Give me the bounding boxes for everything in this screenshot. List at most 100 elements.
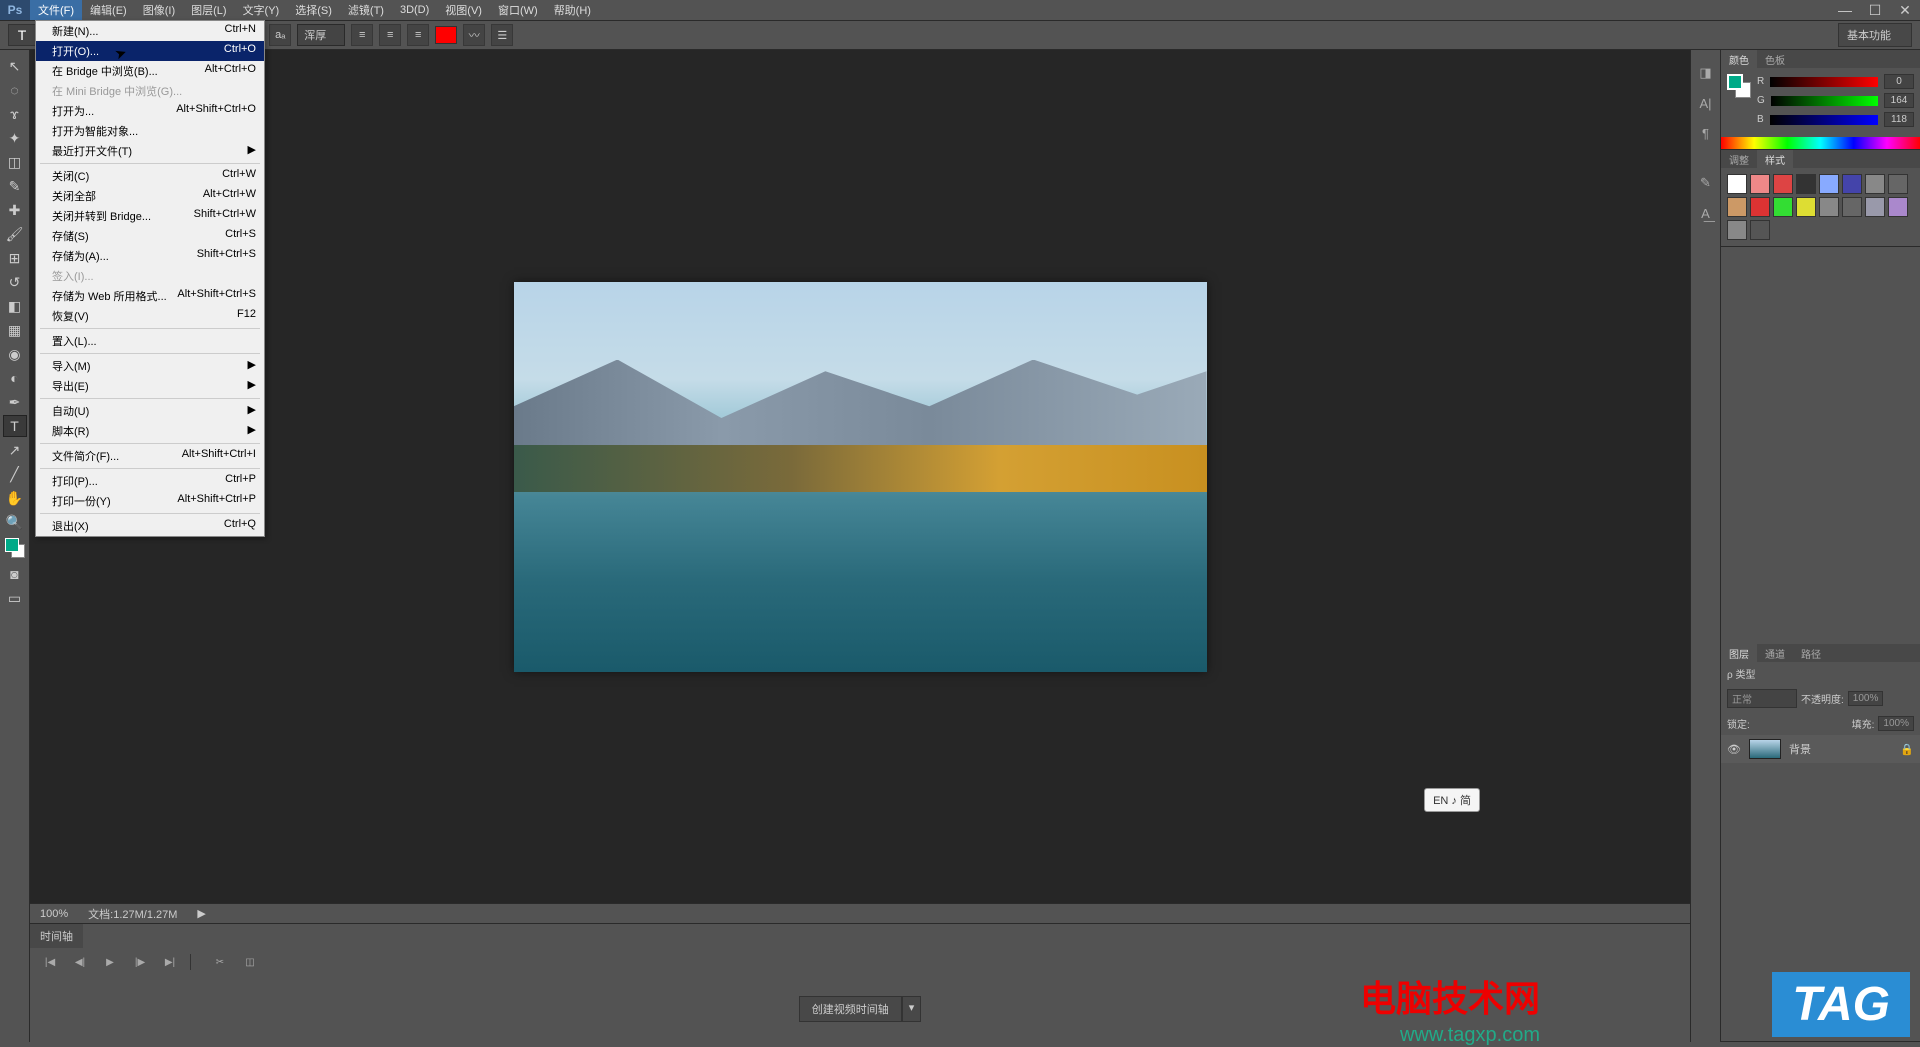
style-swatch[interactable] [1750, 220, 1770, 240]
file-menu-item[interactable]: 打印(P)...Ctrl+P [36, 471, 264, 491]
brush-tool-icon[interactable]: 🖌 [3, 223, 27, 245]
style-swatch[interactable] [1750, 174, 1770, 194]
file-menu-item[interactable]: 文件简介(F)...Alt+Shift+Ctrl+I [36, 446, 264, 466]
file-menu-item[interactable]: 脚本(R)▶ [36, 421, 264, 441]
menu-image[interactable]: 图像(I) [135, 0, 183, 20]
text-color-swatch[interactable] [435, 26, 457, 44]
style-swatch[interactable] [1842, 197, 1862, 217]
minimize-button[interactable]: — [1830, 0, 1860, 20]
paths-tab[interactable]: 路径 [1793, 644, 1829, 662]
r-value树叶[interactable]: 0 [1884, 74, 1914, 89]
style-swatch[interactable] [1796, 197, 1816, 217]
screenmode-icon[interactable]: ▭ [3, 587, 27, 609]
style-swatch[interactable] [1819, 174, 1839, 194]
file-menu-item[interactable]: 新建(N)...Ctrl+N [36, 21, 264, 41]
layer-name[interactable]: 背景 [1789, 741, 1811, 757]
align-center-icon[interactable]: ≡ [379, 24, 401, 46]
file-menu-item[interactable]: 最近打开文件(T)▶ [36, 141, 264, 161]
eraser-tool-icon[interactable]: ◧ [3, 295, 27, 317]
file-menu-item[interactable]: 导入(M)▶ [36, 356, 264, 376]
zoom-level[interactable]: 100% [40, 908, 68, 920]
zoom-tool-icon[interactable]: 🔍 [3, 511, 27, 533]
character-panel-icon[interactable]: ☰ [491, 24, 513, 46]
style-swatch[interactable] [1773, 197, 1793, 217]
type-tool-icon[interactable]: T [3, 415, 27, 437]
menu-layer[interactable]: 图层(L) [183, 0, 234, 20]
blend-mode-select[interactable]: 正常 [1727, 689, 1797, 708]
dodge-tool-icon[interactable]: ◐ [3, 367, 27, 389]
b-value[interactable]: 118 [1884, 112, 1914, 127]
style-swatch[interactable] [1888, 174, 1908, 194]
close-button[interactable]: ✕ [1890, 0, 1920, 20]
visibility-icon[interactable]: 👁 [1727, 743, 1741, 756]
paragraph-icon[interactable]: ¶ [1695, 122, 1717, 144]
foreground-color[interactable] [5, 538, 19, 552]
menu-window[interactable]: 窗口(W) [490, 0, 546, 20]
style-swatch[interactable] [1865, 174, 1885, 194]
style-swatch[interactable] [1842, 174, 1862, 194]
move-tool-icon[interactable]: ↖ [3, 55, 27, 77]
g-slider[interactable] [1771, 96, 1878, 106]
file-menu-item[interactable]: 打开(O)...Ctrl+O [36, 41, 264, 61]
file-menu-item[interactable]: 存储为 Web 所用格式...Alt+Shift+Ctrl+S [36, 286, 264, 306]
align-right-icon[interactable]: ≡ [407, 24, 429, 46]
menu-file[interactable]: 文件(F) [30, 0, 82, 20]
menu-filter[interactable]: 滤镜(T) [340, 0, 392, 20]
swatches-tab[interactable]: 色板 [1757, 50, 1793, 68]
file-menu-item[interactable]: 打印一份(Y)Alt+Shift+Ctrl+P [36, 491, 264, 511]
menu-select[interactable]: 选择(S) [287, 0, 340, 20]
menu-view[interactable]: 视图(V) [437, 0, 490, 20]
blur-tool-icon[interactable]: ◉ [3, 343, 27, 365]
type-tool-icon[interactable]: T [8, 24, 36, 46]
channels-tab[interactable]: 通道 [1757, 644, 1793, 662]
kind-filter[interactable]: ρ 类型 [1727, 666, 1755, 681]
goto-first-icon[interactable]: |◀ [40, 954, 60, 970]
shape-tool-icon[interactable]: ╱ [3, 463, 27, 485]
heal-tool-icon[interactable]: ✚ [3, 199, 27, 221]
file-menu-item[interactable]: 存储为(A)...Shift+Ctrl+S [36, 246, 264, 266]
style-swatch[interactable] [1819, 197, 1839, 217]
file-menu-item[interactable]: 打开为...Alt+Shift+Ctrl+O [36, 101, 264, 121]
layer-row[interactable]: 👁 背景 🔒 [1721, 735, 1920, 763]
style-swatch[interactable] [1727, 197, 1747, 217]
style-swatch[interactable] [1727, 174, 1747, 194]
file-menu-item[interactable]: 关闭(C)Ctrl+W [36, 166, 264, 186]
history-brush-icon[interactable]: ↺ [3, 271, 27, 293]
style-swatch[interactable] [1888, 197, 1908, 217]
adjustments-tab[interactable]: 调整 [1721, 150, 1757, 168]
align-left-icon[interactable]: ≡ [351, 24, 373, 46]
file-menu-item[interactable]: 打开为智能对象... [36, 121, 264, 141]
transition-icon[interactable]: ◫ [240, 954, 260, 970]
warp-text-icon[interactable]: 〰 [463, 24, 485, 46]
file-menu-item[interactable]: 导出(E)▶ [36, 376, 264, 396]
style-swatch[interactable] [1750, 197, 1770, 217]
goto-last-icon[interactable]: ▶| [160, 954, 180, 970]
next-frame-icon[interactable]: |▶ [130, 954, 150, 970]
menu-help[interactable]: 帮助(H) [546, 0, 599, 20]
layers-tab[interactable]: 图层 [1721, 644, 1757, 662]
fill-input[interactable]: 100% [1878, 716, 1914, 731]
crop-tool-icon[interactable]: ◫ [3, 151, 27, 173]
eyedropper-tool-icon[interactable]: ✎ [3, 175, 27, 197]
ime-indicator[interactable]: EN ♪ 简 [1424, 788, 1480, 812]
file-menu-item[interactable]: 关闭并转到 Bridge...Shift+Ctrl+W [36, 206, 264, 226]
marquee-tool-icon[interactable]: ◌ [3, 79, 27, 101]
styles-panel-icon[interactable]: A͟ [1695, 202, 1717, 224]
timeline-tab[interactable]: 时间轴 [30, 924, 83, 948]
hand-tool-icon[interactable]: ✋ [3, 487, 27, 509]
gradient-tool-icon[interactable]: ▦ [3, 319, 27, 341]
menu-edit[interactable]: 编辑(E) [82, 0, 135, 20]
g-value[interactable]: 164 [1884, 93, 1914, 108]
brush-panel-icon[interactable]: ✎ [1695, 172, 1717, 194]
canvas-viewport[interactable] [30, 50, 1690, 903]
prev-frame-icon[interactable]: ◀| [70, 954, 90, 970]
b-slider[interactable] [1770, 115, 1878, 125]
file-menu-item[interactable]: 存储(S)Ctrl+S [36, 226, 264, 246]
file-menu-item[interactable]: 退出(X)Ctrl+Q [36, 516, 264, 536]
color-tab[interactable]: 颜色 [1721, 50, 1757, 68]
opacity-input[interactable]: 100% [1848, 691, 1884, 706]
menu-3d[interactable]: 3D(D) [392, 2, 437, 18]
wand-tool-icon[interactable]: ✦ [3, 127, 27, 149]
r-slider[interactable] [1770, 77, 1878, 87]
lasso-tool-icon[interactable]: ɤ [3, 103, 27, 125]
